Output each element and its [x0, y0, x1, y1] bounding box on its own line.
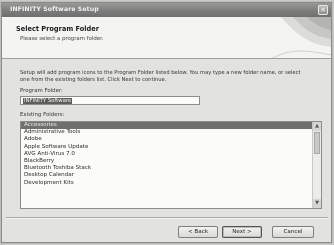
list-item[interactable]: Accessories	[21, 122, 321, 130]
list-item[interactable]: BlackBerry	[21, 158, 321, 165]
list-item[interactable]: Development Kits	[21, 180, 321, 187]
program-folder-value: INFINITY Software	[23, 98, 73, 104]
program-folder-label: Program Folder:	[20, 88, 63, 94]
list-item[interactable]: Bluetooth Toshiba Stack	[21, 165, 321, 172]
list-item[interactable]: Administrative Tools	[21, 129, 321, 136]
window-title: INFINITY Software Setup	[10, 6, 99, 13]
wizard-content: Setup will add program icons to the Prog…	[2, 60, 331, 209]
scroll-thumb[interactable]	[314, 132, 320, 154]
setup-window: INFINITY Software Setup ✕ Select Program…	[1, 2, 332, 243]
list-item[interactable]: Desktop Calendar	[21, 172, 321, 179]
scroll-down-icon[interactable]: ▼	[313, 199, 321, 208]
list-item[interactable]: Adobe	[21, 136, 321, 143]
instruction-text: Setup will add program icons to the Prog…	[20, 70, 301, 83]
existing-folders-label: Existing Folders:	[20, 112, 65, 118]
title-bar[interactable]: INFINITY Software Setup ✕	[2, 3, 331, 17]
wizard-header: Select Program Folder Please select a pr…	[2, 17, 331, 59]
list-item[interactable]: AVG Anti-Virus 7.0	[21, 151, 321, 158]
header-graphic-icon	[271, 17, 331, 58]
existing-folders-list[interactable]: Accessories Administrative Tools Adobe Appl…	[20, 121, 322, 209]
close-icon[interactable]: ✕	[318, 5, 328, 15]
next-button[interactable]: Next >	[222, 226, 262, 238]
page-title: Select Program Folder	[16, 25, 99, 33]
list-item[interactable]: Apple Software Update	[21, 144, 321, 151]
back-button[interactable]: < Back	[178, 226, 218, 238]
page-subtitle: Please select a program folder.	[20, 36, 104, 42]
list-scrollbar[interactable]: ▲ ▼	[312, 122, 321, 208]
scroll-up-icon[interactable]: ▲	[313, 122, 321, 131]
footer-divider	[6, 217, 328, 219]
program-folder-input[interactable]: INFINITY Software	[20, 96, 200, 105]
cancel-button[interactable]: Cancel	[272, 226, 314, 238]
